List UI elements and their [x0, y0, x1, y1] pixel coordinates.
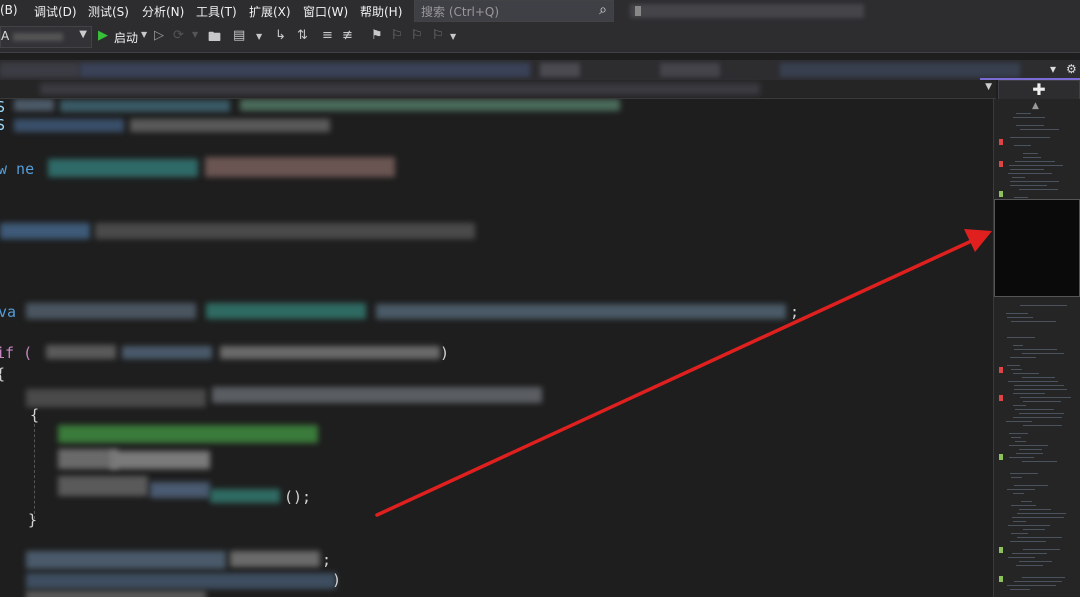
annotation-arrow	[375, 229, 992, 517]
arrow-shaft	[375, 236, 980, 517]
arrow-head	[964, 229, 992, 252]
